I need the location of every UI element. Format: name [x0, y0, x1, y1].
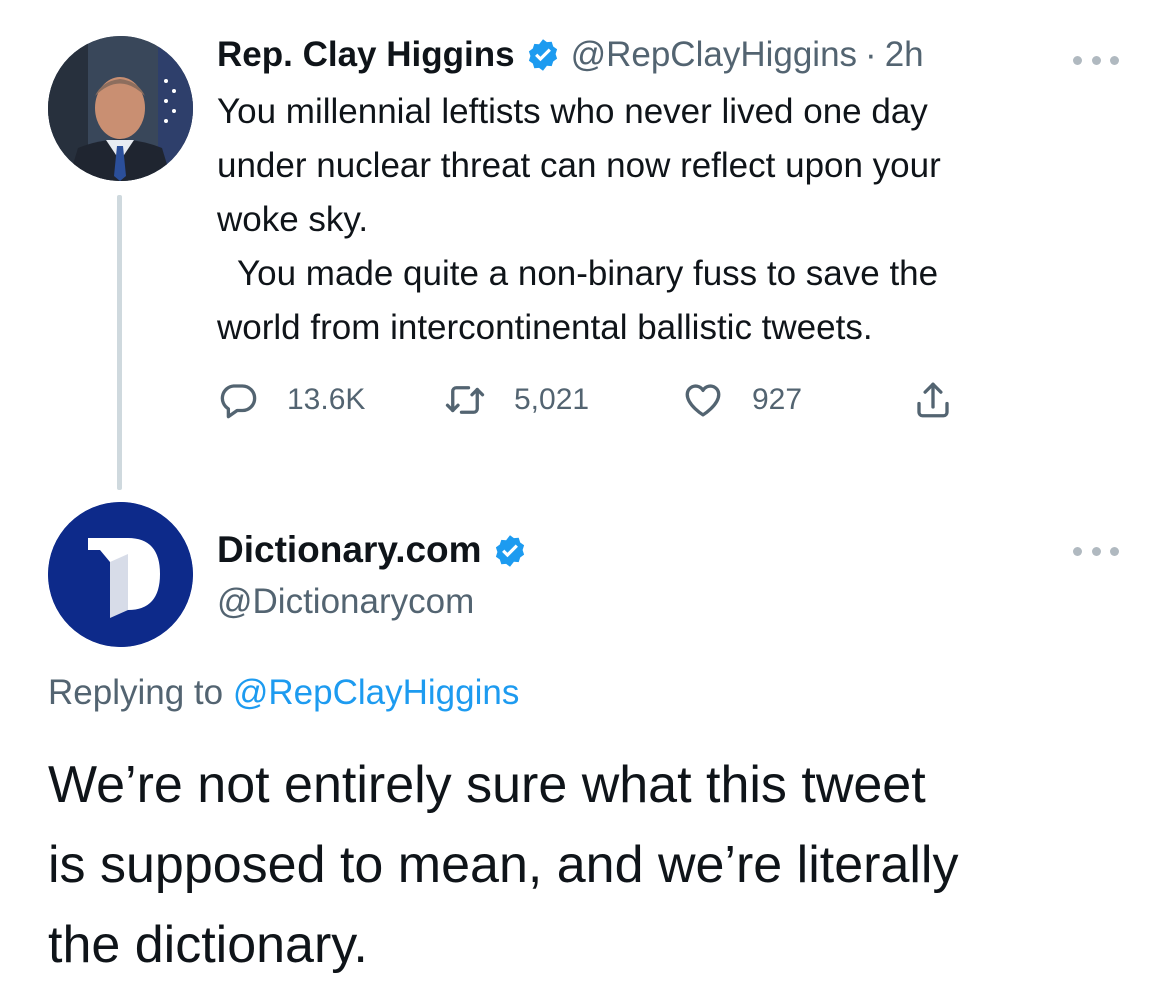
- tweet-line: You made quite a non-binary fuss to save…: [237, 254, 939, 293]
- reply-count: 13.6K: [287, 383, 366, 416]
- like-button[interactable]: 927: [682, 375, 802, 425]
- replying-to-line: Replying to @RepClayHiggins: [48, 668, 519, 718]
- retweet-count: 5,021: [514, 383, 590, 416]
- share-button[interactable]: [912, 375, 982, 425]
- reply-button[interactable]: 13.6K: [217, 375, 365, 425]
- share-icon: [917, 382, 949, 418]
- timestamp[interactable]: 2h: [885, 30, 924, 80]
- tweet-line: woke sky.: [217, 200, 369, 239]
- verified-badge-icon: [525, 37, 561, 73]
- more-horizontal-icon[interactable]: [1073, 544, 1119, 558]
- dictionary-logo-icon: [48, 502, 193, 647]
- like-count: 927: [752, 383, 803, 416]
- replying-to-label: Replying to: [48, 673, 224, 712]
- author-handle[interactable]: @Dictionarycom: [217, 577, 474, 627]
- author-name[interactable]: Dictionary.com: [217, 525, 482, 575]
- reply-icon: [220, 384, 257, 419]
- tweet-header: Dictionary.com: [217, 525, 538, 575]
- tweet-text: You millennial leftists who never lived …: [217, 85, 1127, 355]
- separator-dot: ·: [865, 35, 877, 74]
- author-handle[interactable]: @RepClayHiggins: [571, 30, 857, 80]
- tweet-line: world from intercontinental ballistic tw…: [217, 308, 873, 347]
- thread-connector-line: [117, 195, 122, 490]
- tweet-header: Rep. Clay Higgins @RepClayHiggins · 2h: [217, 30, 924, 80]
- profile-photo-icon: [48, 36, 193, 181]
- tweet-line: is supposed to mean, and we’re literally: [48, 836, 959, 894]
- replying-to-mention-link[interactable]: @RepClayHiggins: [233, 673, 519, 712]
- retweet-icon: [445, 386, 485, 414]
- retweet-button[interactable]: 5,021: [444, 375, 589, 425]
- avatar[interactable]: [48, 36, 193, 181]
- tweet-line: You millennial leftists who never lived …: [217, 92, 928, 131]
- author-name[interactable]: Rep. Clay Higgins: [217, 30, 515, 80]
- tweet-line: the dictionary.: [48, 916, 368, 974]
- more-horizontal-icon[interactable]: [1073, 53, 1119, 67]
- tweet-actions: 13.6K 5,021 927: [217, 375, 977, 425]
- tweet-line: We’re not entirely sure what this tweet: [48, 756, 926, 814]
- avatar[interactable]: [48, 502, 193, 647]
- tweet-rep-clay-higgins: Rep. Clay Higgins @RepClayHiggins · 2h Y…: [0, 0, 1170, 500]
- verified-badge-icon: [492, 532, 528, 568]
- tweet-line: under nuclear threat can now reflect upo…: [217, 146, 941, 185]
- tweet-text: We’re not entirely sure what this tweet …: [48, 745, 1138, 985]
- heart-icon: [685, 384, 721, 417]
